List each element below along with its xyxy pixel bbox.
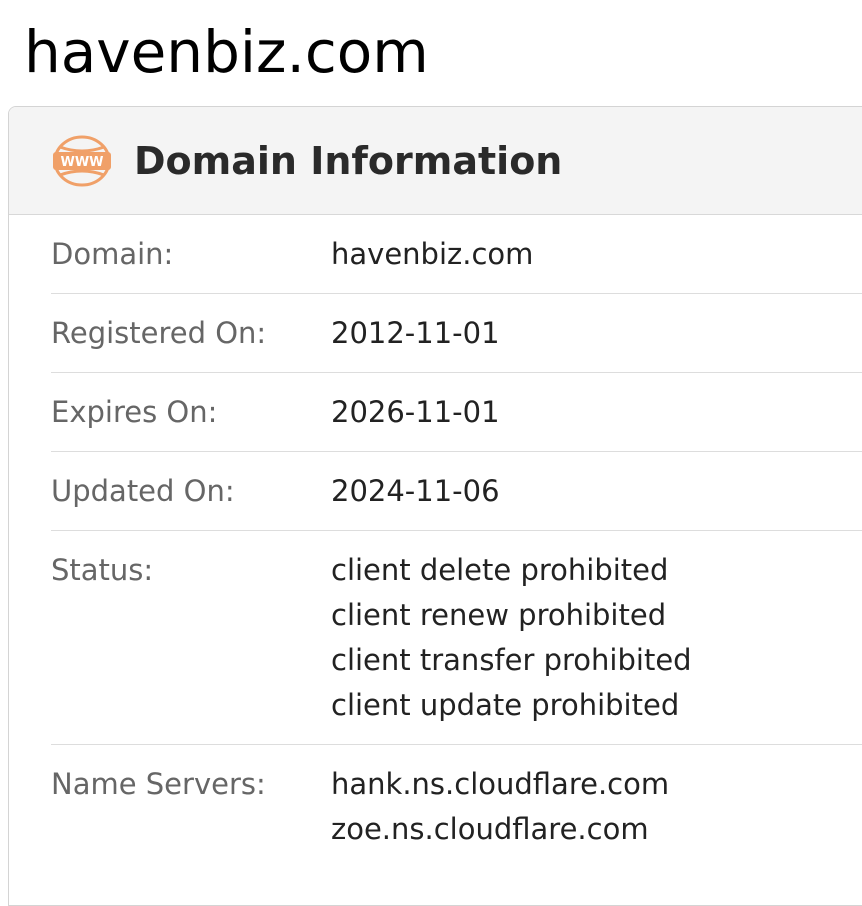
table-row-status: Status: client delete prohibited client … [51,531,862,745]
table-row-registered-on: Registered On: 2012-11-01 [51,294,862,373]
table-row-domain: Domain: havenbiz.com [51,215,862,294]
row-label: Registered On: [51,316,267,350]
row-label: Domain: [51,237,174,271]
panel-header: WWW Domain Information [9,107,862,215]
panel-title: Domain Information [134,138,563,183]
status-value: client transfer prohibited [331,643,692,677]
row-value: 2012-11-01 [331,316,500,350]
domain-info-table: Domain: havenbiz.com Registered On: 2012… [9,215,862,852]
name-server-values: hank.ns.cloudflare.com zoe.ns.cloudflare… [331,762,669,852]
page-title: havenbiz.com [24,18,429,86]
row-label: Status: [51,553,154,587]
row-value: 2024-11-06 [331,474,500,508]
row-label: Name Servers: [51,767,266,801]
domain-info-panel: WWW Domain Information Domain: havenbiz.… [8,106,862,906]
row-value: 2026-11-01 [331,395,500,429]
row-value: havenbiz.com [331,237,534,271]
table-row-expires-on: Expires On: 2026-11-01 [51,373,862,452]
status-value: client delete prohibited [331,553,669,587]
table-row-updated-on: Updated On: 2024-11-06 [51,452,862,531]
name-server-value: zoe.ns.cloudflare.com [331,812,649,846]
status-value: client renew prohibited [331,598,667,632]
status-value: client update prohibited [331,688,680,722]
row-label: Updated On: [51,474,235,508]
table-row-name-servers: Name Servers: hank.ns.cloudflare.com zoe… [51,745,862,852]
www-globe-icon: WWW [52,135,112,187]
status-values: client delete prohibited client renew pr… [331,548,692,744]
name-server-value: hank.ns.cloudflare.com [331,767,670,801]
row-label: Expires On: [51,395,218,429]
svg-text:WWW: WWW [60,155,103,170]
